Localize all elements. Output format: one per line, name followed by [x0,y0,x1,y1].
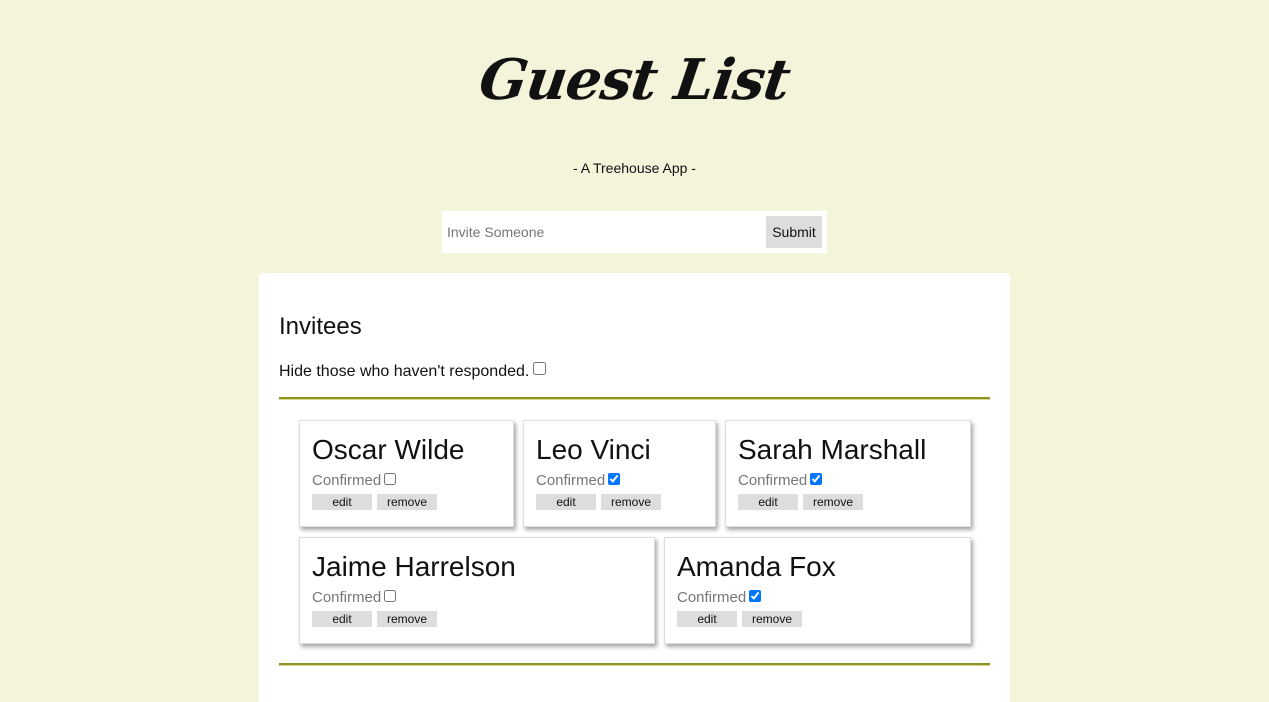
remove-button[interactable]: remove [742,611,802,627]
filter-label: Hide those who haven't responded. [279,362,530,380]
invitee-name: Jaime Harrelson [312,551,516,582]
edit-button[interactable]: edit [677,611,737,627]
confirmed-checkbox[interactable] [608,472,621,485]
confirmed-label: Confirmed [312,589,382,606]
confirmed-label: Confirmed [312,472,382,489]
section-title: Invitees [279,313,362,340]
card-actions: edit remove [312,611,437,627]
invite-input[interactable] [442,211,764,253]
confirmed-label: Confirmed [536,472,606,489]
invitee-name: Oscar Wilde [312,434,465,465]
confirmed-row: Confirmed [312,589,397,606]
invitee-name: Amanda Fox [677,551,836,582]
card-actions: edit remove [738,494,863,510]
divider-bottom [279,663,990,666]
confirmed-checkbox[interactable] [749,589,762,602]
page: Guest List - A Treehouse App - Submit In… [0,0,1269,702]
invitee-name: Sarah Marshall [738,434,927,465]
edit-button[interactable]: edit [536,494,596,510]
confirmed-row: Confirmed [312,472,397,489]
remove-button[interactable]: remove [803,494,863,510]
divider-top [279,397,990,400]
filter-row: Hide those who haven't responded. [279,362,547,381]
confirmed-checkbox[interactable] [384,472,397,485]
invitee-name: Leo Vinci [536,434,651,465]
invite-form: Submit [442,211,827,253]
invitee-card: Oscar Wilde Confirmed edit remove [299,420,514,527]
invitee-card: Leo Vinci Confirmed edit remove [523,420,716,527]
remove-button[interactable]: remove [601,494,661,510]
card-actions: edit remove [536,494,661,510]
invitee-card: Sarah Marshall Confirmed edit remove [725,420,971,527]
confirmed-row: Confirmed [536,472,621,489]
app-subtitle: - A Treehouse App - [573,160,696,176]
remove-button[interactable]: remove [377,494,437,510]
confirmed-label: Confirmed [677,589,747,606]
confirmed-row: Confirmed [738,472,823,489]
confirmed-checkbox[interactable] [384,589,397,602]
card-actions: edit remove [677,611,802,627]
edit-button[interactable]: edit [312,494,372,510]
invitee-card: Jaime Harrelson Confirmed edit remove [299,537,655,644]
invitee-card: Amanda Fox Confirmed edit remove [664,537,971,644]
confirmed-label: Confirmed [738,472,808,489]
submit-button[interactable]: Submit [766,216,822,248]
invitees-panel: Invitees Hide those who haven't responde… [259,273,1010,702]
edit-button[interactable]: edit [312,611,372,627]
card-actions: edit remove [312,494,437,510]
app-title: Guest List [475,47,794,113]
confirmed-row: Confirmed [677,589,762,606]
edit-button[interactable]: edit [738,494,798,510]
confirmed-checkbox[interactable] [810,472,823,485]
hide-unresponded-checkbox[interactable] [533,362,547,375]
remove-button[interactable]: remove [377,611,437,627]
